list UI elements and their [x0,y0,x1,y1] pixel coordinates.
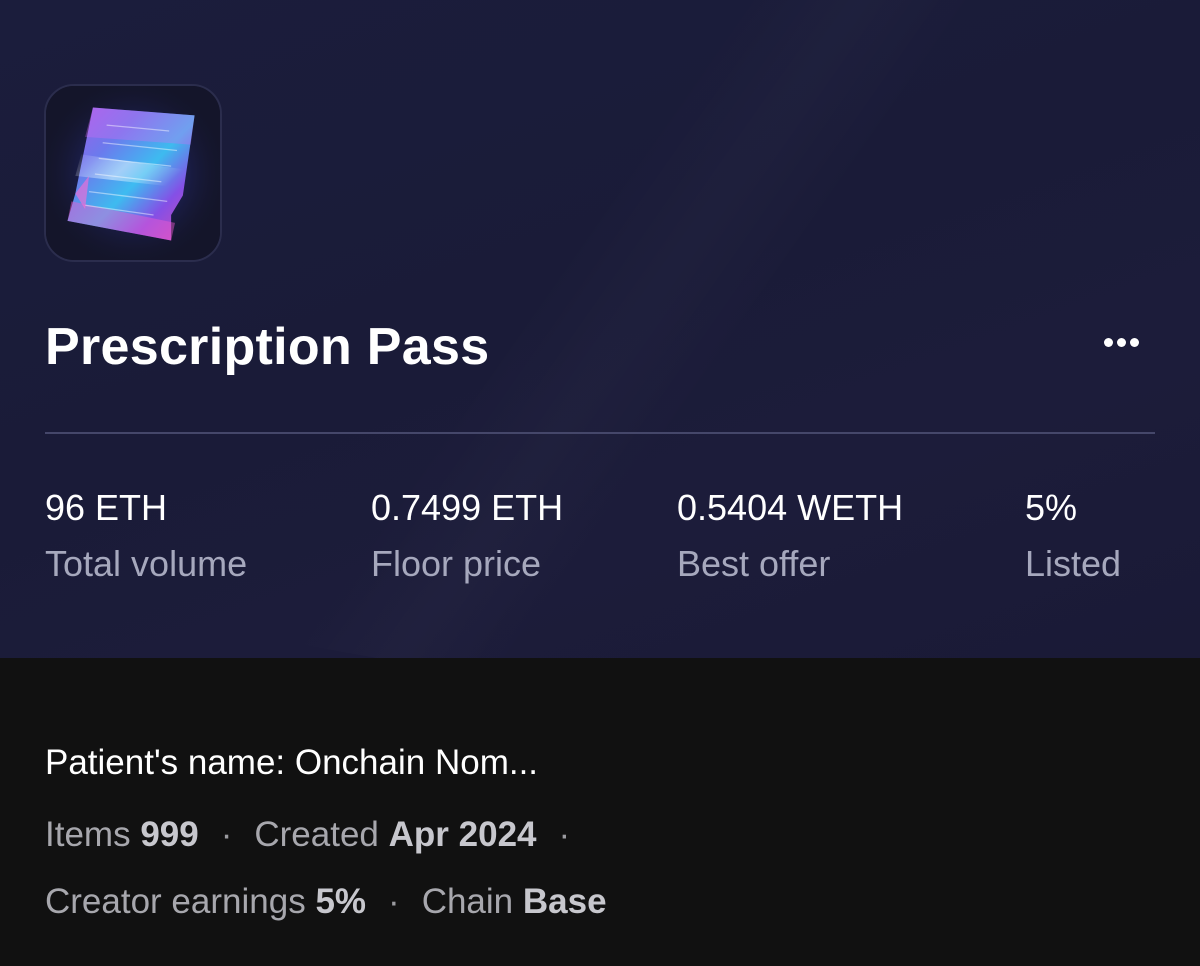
stat-value: 0.7499 ETH [371,487,564,528]
chain-label: Chain [421,882,514,921]
collection-meta-row-2: Creator earnings 5% · Chain Base [45,879,607,925]
created-label: Created [254,815,379,854]
stat-label: Best offer [677,543,831,584]
creator-earnings-label: Creator earnings [45,882,306,921]
creator-earnings-value: 5% [315,882,367,921]
stat-listed[interactable]: 5% Listed [1025,484,1121,588]
meta-separator: · [558,815,571,854]
ellipsis-icon [1103,337,1113,347]
ellipsis-icon [1116,337,1126,347]
more-options-button[interactable] [1092,322,1150,362]
stat-best-offer[interactable]: 0.5404 WETH Best offer [677,484,903,588]
stat-label: Floor price [371,543,542,584]
chain-value: Base [522,882,607,921]
prescription-paper-icon [46,86,220,260]
ellipsis-icon [1129,337,1139,347]
header-divider [45,432,1155,434]
meta-separator: · [220,815,233,854]
collection-page: Prescription Pass 96 ETH Total volume 0.… [0,0,1200,966]
collection-header: Prescription Pass 96 ETH Total volume 0.… [0,0,1200,658]
collection-description[interactable]: Patient's name: Onchain Nom... [45,740,538,786]
items-value: 999 [140,815,199,854]
stat-floor-price[interactable]: 0.7499 ETH Floor price [371,484,563,588]
stat-value: 5% [1025,487,1078,528]
items-label: Items [45,815,131,854]
stat-label: Listed [1025,543,1122,584]
stat-value: 96 ETH [45,487,168,528]
meta-separator: · [388,882,400,921]
collection-title: Prescription Pass [45,318,490,376]
collection-avatar[interactable] [44,84,222,262]
stat-label: Total volume [45,543,248,584]
stat-total-volume[interactable]: 96 ETH Total volume [45,484,247,588]
stat-value: 0.5404 WETH [677,487,904,528]
collection-meta-row-1: Items 999 · Created Apr 2024 · [45,812,592,858]
created-value: Apr 2024 [388,815,537,854]
